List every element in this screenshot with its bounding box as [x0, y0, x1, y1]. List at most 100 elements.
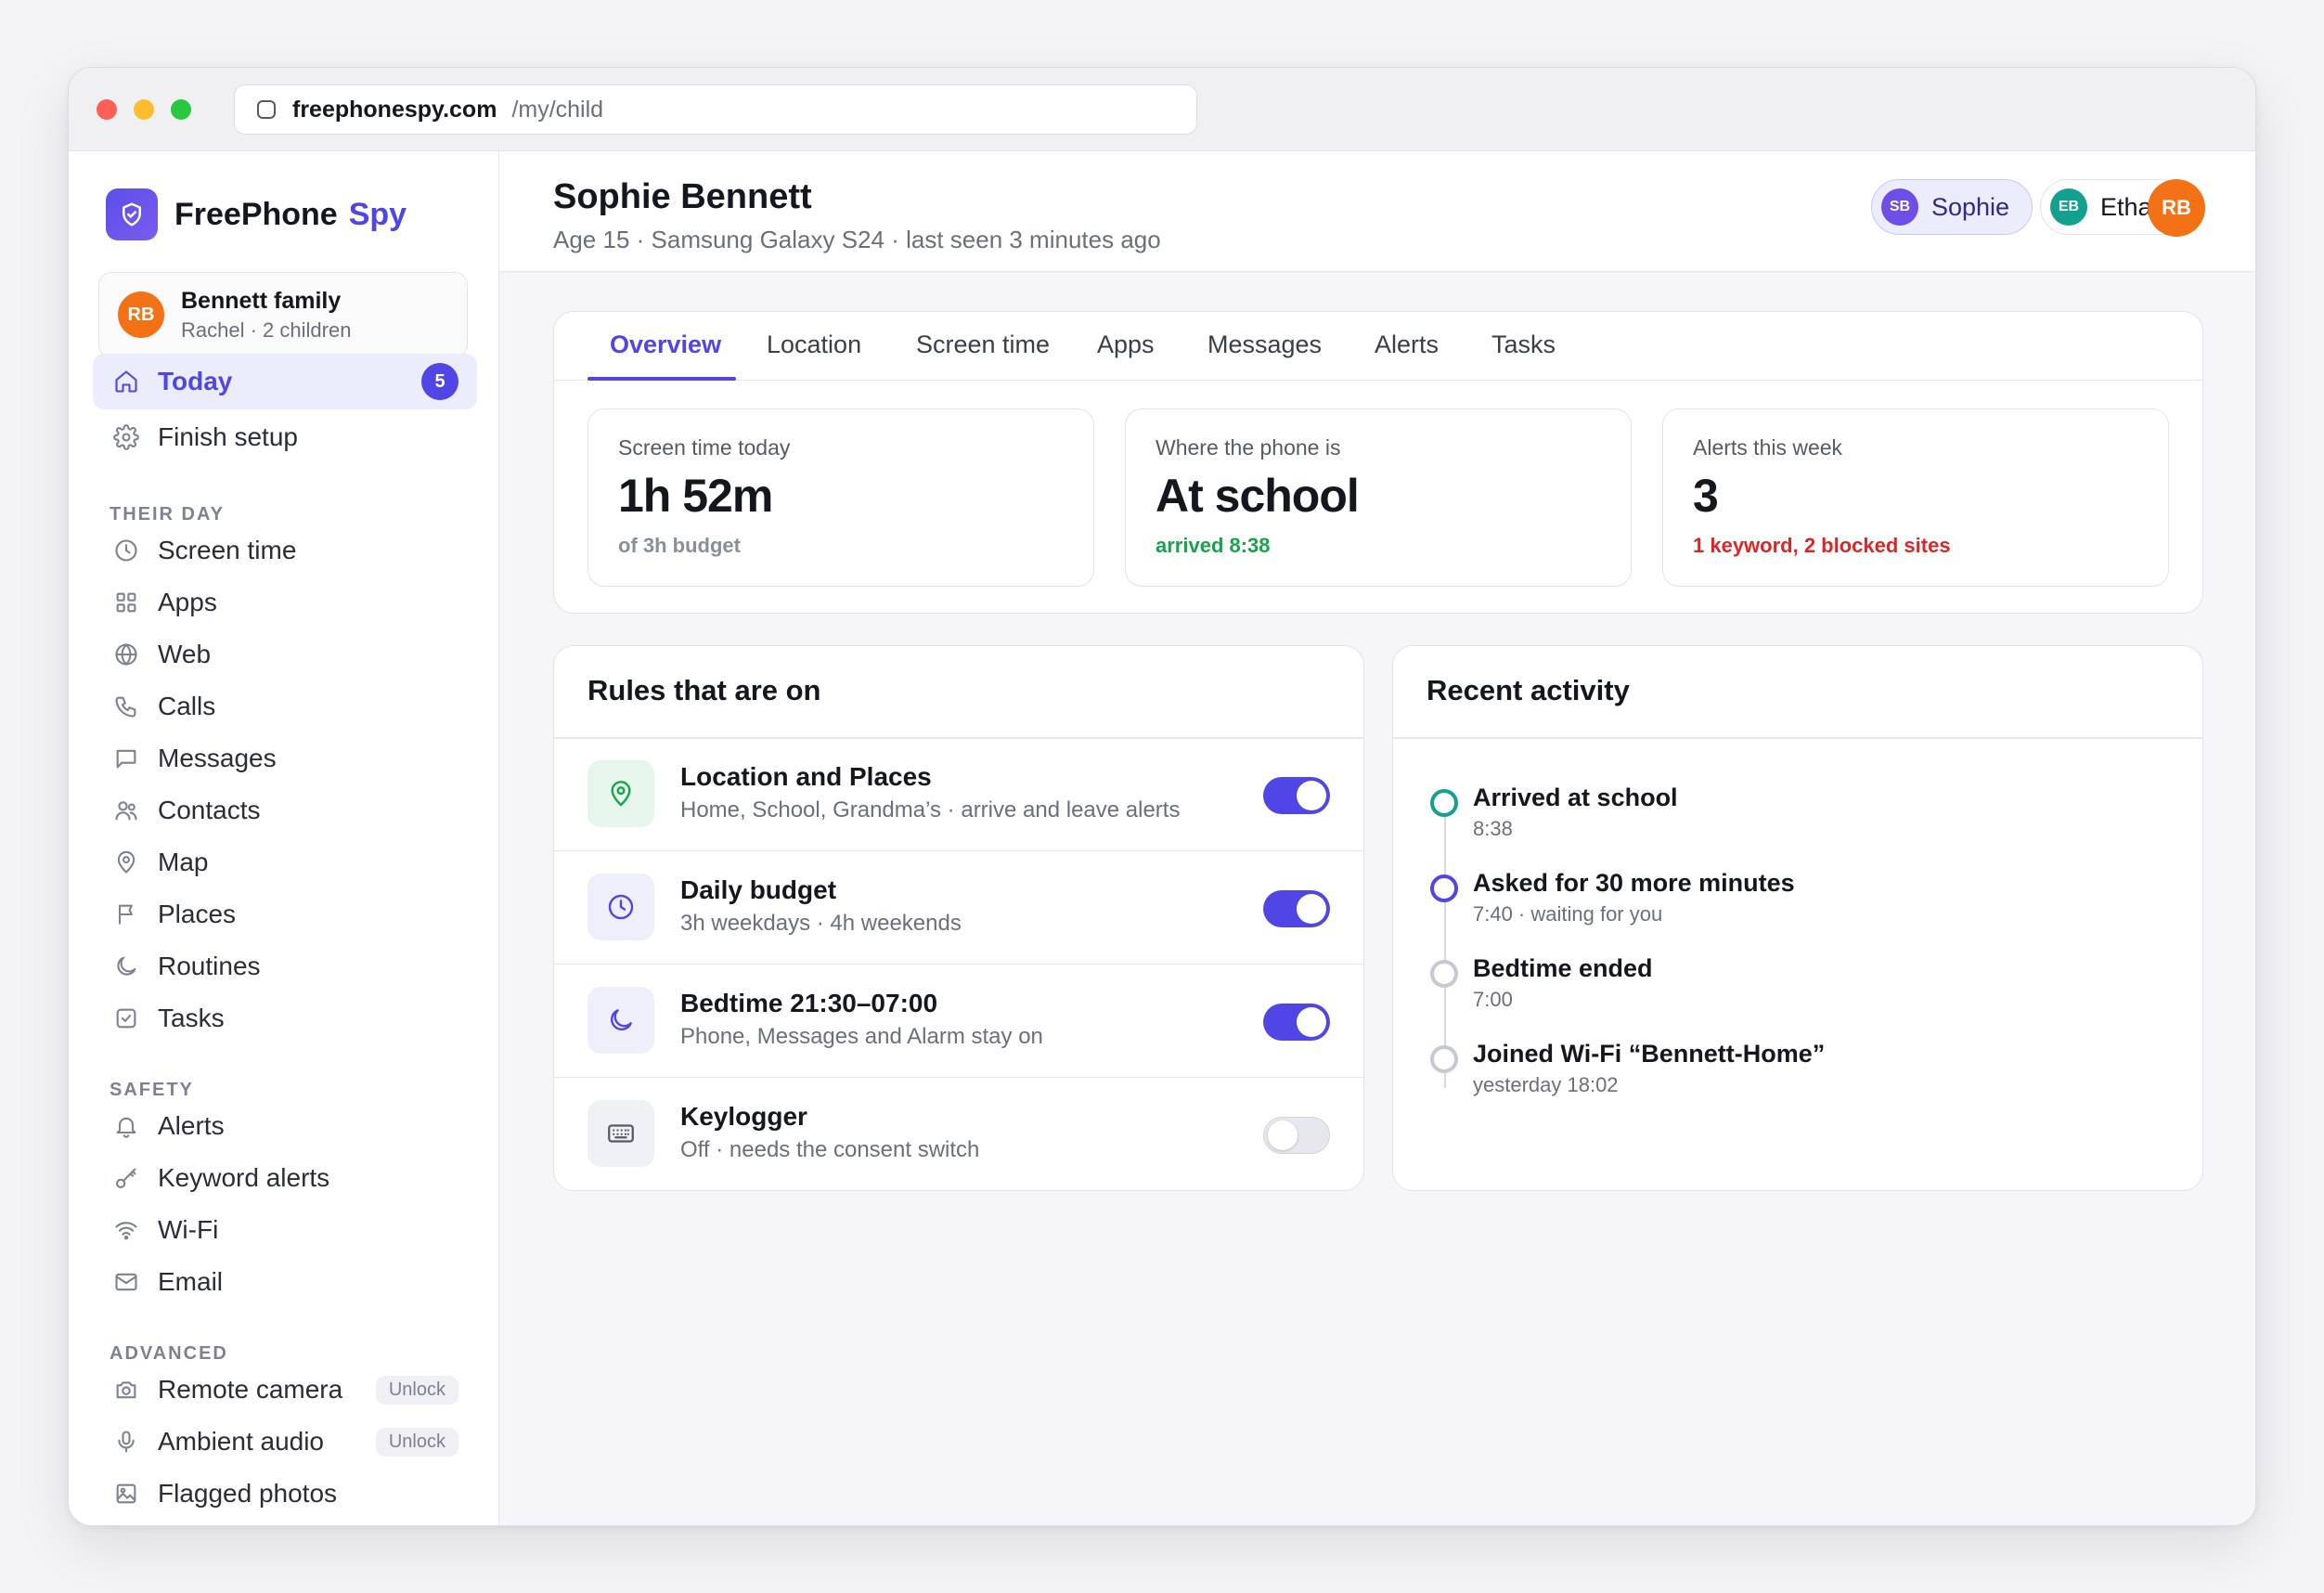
unlock-badge[interactable]: Unlock [375, 1427, 458, 1457]
stat-card-location[interactable]: Where the phone is At school arrived 8:3… [1125, 408, 1632, 587]
lock-icon [257, 100, 276, 119]
sidebar-item-label: Ambient audio [158, 1427, 325, 1456]
mail-icon [111, 1267, 141, 1297]
sidebar-item-apps[interactable]: Apps [93, 575, 477, 630]
tab-messages[interactable]: Messages [1207, 330, 1322, 359]
sidebar-item-messages[interactable]: Messages [93, 731, 477, 786]
rule-title: Daily budget [680, 875, 837, 904]
user-avatar[interactable]: RB [2148, 179, 2205, 237]
globe-icon [111, 640, 141, 669]
sidebar-item-routines[interactable]: Routines [93, 939, 477, 994]
sidebar-item-flagged-photos[interactable]: Flagged photos [93, 1466, 477, 1522]
rule-toggle-location[interactable] [1263, 777, 1330, 814]
message-icon [111, 744, 141, 773]
clock-icon [587, 874, 654, 940]
maximize-window-button[interactable] [171, 99, 191, 120]
child-chip-label: Sophie [1931, 192, 2010, 221]
sidebar-item-tasks[interactable]: Tasks [93, 991, 477, 1046]
sidebar-item-label: Email [158, 1267, 224, 1296]
overview-panel: Overview Location Screen time Apps Messa… [553, 311, 2203, 614]
checkbox-icon [111, 1004, 141, 1033]
timeline-dot [1430, 789, 1458, 817]
family-sub: Rachel · 2 children [181, 317, 352, 342]
camera-icon [111, 1375, 141, 1405]
tab-tasks[interactable]: Tasks [1491, 330, 1556, 359]
family-switcher[interactable]: RB Bennett family Rachel · 2 children [98, 272, 468, 357]
tab-screen-time[interactable]: Screen time [916, 330, 1050, 359]
sidebar-item-label: Web [158, 640, 212, 668]
sidebar-item-contacts[interactable]: Contacts [93, 783, 477, 838]
sidebar-item-keyword-alerts[interactable]: Keyword alerts [93, 1150, 477, 1206]
minimize-window-button[interactable] [134, 99, 154, 120]
timeline-dot [1430, 1045, 1458, 1073]
sidebar-item-calls[interactable]: Calls [93, 679, 477, 734]
sidebar-item-label: Alerts [158, 1111, 225, 1140]
sidebar-item-label: Contacts [158, 796, 261, 824]
sidebar-item-label: Messages [158, 744, 277, 772]
sidebar-item-today[interactable]: Today 5 [93, 354, 477, 409]
rule-title: Bedtime 21:30–07:00 [680, 989, 938, 1017]
sidebar-item-map[interactable]: Map [93, 835, 477, 890]
tab-location[interactable]: Location [767, 330, 861, 359]
browser-titlebar: freephonespy.com /my/child [69, 68, 2255, 151]
tab-apps[interactable]: Apps [1097, 330, 1155, 359]
brand[interactable]: FreePhone Spy [106, 188, 407, 240]
rule-toggle-keylogger[interactable] [1263, 1117, 1330, 1154]
sidebar-item-ambient-audio[interactable]: Ambient audio Unlock [93, 1414, 477, 1470]
activity-title: Arrived at school [1473, 784, 1678, 811]
divider [1393, 737, 2202, 739]
sidebar-item-wifi[interactable]: Wi-Fi [93, 1202, 477, 1258]
stat-card-screen-time[interactable]: Screen time today 1h 52m of 3h budget [587, 408, 1094, 587]
close-window-button[interactable] [97, 99, 117, 120]
stat-sub: arrived 8:38 [1156, 534, 1271, 557]
clock-icon [111, 536, 141, 565]
tab-bar: Overview Location Screen time Apps Messa… [554, 312, 2202, 381]
stat-value: 3 [1693, 470, 1719, 522]
brand-name: FreePhone [174, 196, 338, 232]
rule-toggle-bedtime[interactable] [1263, 1004, 1330, 1041]
child-avatar: SB [1881, 188, 1918, 226]
child-device-info: Age 15 · Samsung Galaxy S24 · last seen … [553, 226, 1161, 253]
stat-card-alerts[interactable]: Alerts this week 3 1 keyword, 2 blocked … [1662, 408, 2169, 587]
tab-alerts[interactable]: Alerts [1375, 330, 1439, 359]
bell-icon [111, 1111, 141, 1141]
contacts-icon [111, 796, 141, 825]
activity-title: Bedtime ended [1473, 954, 1653, 982]
rule-description: Home, School, Grandma’s · arrive and lea… [680, 797, 1181, 822]
sidebar-item-places[interactable]: Places [93, 887, 477, 942]
moon-icon [587, 987, 654, 1054]
rule-toggle-daily-budget[interactable] [1263, 890, 1330, 927]
unlock-badge[interactable]: Unlock [375, 1375, 458, 1405]
rule-row-keylogger[interactable]: Keylogger Off · needs the consent switch [554, 1078, 1363, 1190]
sidebar-item-remote-camera[interactable]: Remote camera Unlock [93, 1362, 477, 1418]
child-avatar: EB [2050, 188, 2087, 226]
rule-row-bedtime[interactable]: Bedtime 21:30–07:00 Phone, Messages and … [554, 965, 1363, 1078]
rule-row-location[interactable]: Location and Places Home, School, Grandm… [554, 738, 1363, 851]
sidebar-item-web[interactable]: Web [93, 627, 477, 682]
sidebar-item-label: Today [158, 367, 233, 395]
sidebar-item-label: Remote camera [158, 1375, 343, 1404]
activity-time: yesterday 18:02 [1473, 1073, 1619, 1096]
sidebar-item-label: Tasks [158, 1004, 225, 1032]
timeline-dot [1430, 874, 1458, 902]
sidebar-item-alerts[interactable]: Alerts [93, 1098, 477, 1154]
rules-card: Rules that are on Location and Places Ho… [553, 645, 1364, 1191]
sidebar-item-label: Map [158, 848, 209, 876]
child-name: Sophie Bennett [553, 177, 812, 216]
map-pin-icon [587, 760, 654, 827]
sidebar-item-email[interactable]: Email [93, 1254, 477, 1310]
activity-time: 7:40 · waiting for you [1473, 902, 1663, 926]
sidebar-item-screen-time[interactable]: Screen time [93, 523, 477, 578]
activity-title: Joined Wi-Fi “Bennett-Home” [1473, 1040, 1826, 1068]
shield-logo-icon [106, 188, 158, 240]
url-path: /my/child [511, 96, 604, 123]
stat-label: Screen time today [618, 435, 791, 460]
address-bar[interactable]: freephonespy.com /my/child [234, 84, 1197, 135]
sidebar-item-finish-setup[interactable]: Finish setup [93, 409, 477, 465]
tab-overview[interactable]: Overview [610, 330, 721, 359]
sidebar-item-label: Places [158, 900, 237, 928]
child-chip-sophie[interactable]: SB Sophie [1871, 179, 2034, 235]
rule-row-daily-budget[interactable]: Daily budget 3h weekdays · 4h weekends [554, 851, 1363, 965]
sidebar-item-label: Wi-Fi [158, 1215, 219, 1244]
rule-description: 3h weekdays · 4h weekends [680, 911, 962, 936]
